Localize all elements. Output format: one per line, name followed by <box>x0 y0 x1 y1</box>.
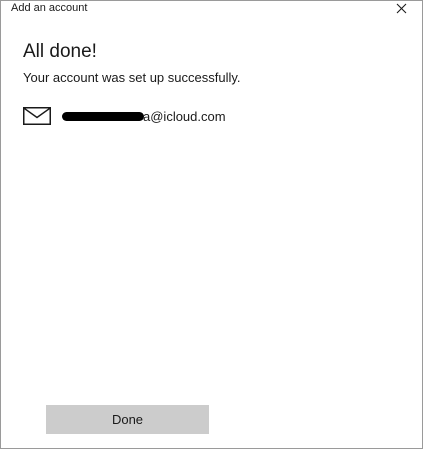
page-title: All done! <box>23 41 97 62</box>
account-row: a@icloud.com <box>23 107 226 125</box>
success-message: Your account was set up successfully. <box>23 70 241 85</box>
close-button[interactable] <box>390 0 412 16</box>
window-title: Add an account <box>11 2 88 14</box>
title-bar: Add an account <box>1 1 422 17</box>
redacted-email-part <box>62 111 144 121</box>
account-email: a@icloud.com <box>143 108 226 124</box>
close-icon <box>396 3 406 13</box>
mail-icon <box>23 107 51 125</box>
dialog-window: Add an account All done! Your account wa… <box>0 0 423 449</box>
done-button[interactable]: Done <box>46 405 209 434</box>
